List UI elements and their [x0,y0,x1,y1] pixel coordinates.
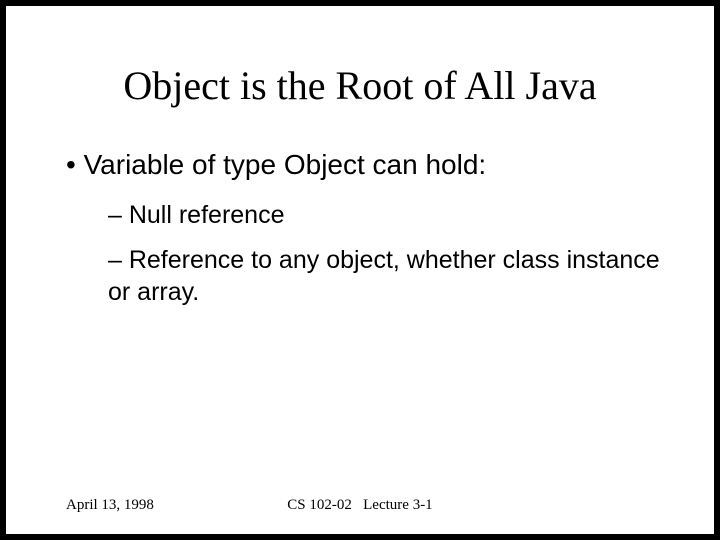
slide-content: • Variable of type Object can hold: – Nu… [6,147,714,308]
bullet-main: • Variable of type Object can hold: [66,147,664,182]
footer-lecture: Lecture 3-1 [363,497,433,513]
bullet-sub-1: – Null reference [66,200,664,231]
slide-frame: Object is the Root of All Java • Variabl… [0,0,720,540]
slide-title: Object is the Root of All Java [6,62,714,109]
bullet-sub-2: – Reference to any object, whether class… [66,245,664,308]
footer-course: CS 102-02 [287,497,352,513]
footer-center: CS 102-02 Lecture 3-1 [6,497,714,514]
